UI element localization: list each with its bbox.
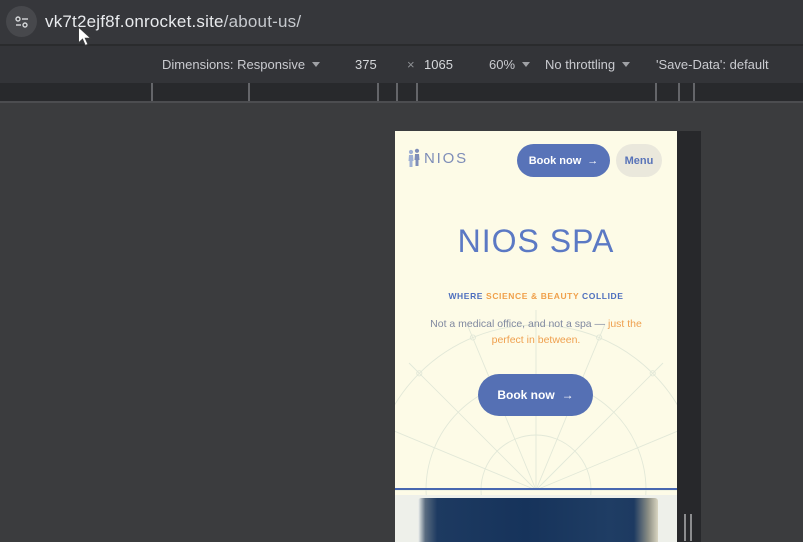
hero-book-now-button[interactable]: Book now → (478, 374, 593, 416)
ruler-tick (678, 83, 680, 101)
logo-text: NIOS (424, 150, 468, 167)
menu-label: Menu (624, 154, 654, 167)
device-toolbar: Dimensions: Responsive 375 × 1065 60% No… (0, 46, 803, 83)
site-header: NIOS Book now → Menu (395, 131, 677, 191)
site-logo[interactable]: NIOS (407, 148, 468, 169)
next-section (395, 495, 677, 542)
book-now-label: Book now (528, 154, 582, 167)
menu-button[interactable]: Menu (616, 144, 662, 177)
zoom-select[interactable]: 60% (489, 46, 531, 83)
chevron-down-icon (622, 62, 631, 67)
arrow-right-icon: → (587, 154, 599, 167)
dimensions-multiply-sign: × (407, 57, 415, 72)
save-data-hint: 'Save-Data': default (656, 57, 769, 72)
viewport-width-input[interactable]: 375 (355, 46, 377, 83)
device-toolbar-toggle-icon[interactable] (6, 6, 37, 37)
viewport-height-value: 1065 (424, 57, 453, 72)
hero-tagline: WHERE SCIENCE & BEAUTY COLLIDE (395, 291, 677, 301)
throttling-select[interactable]: No throttling (545, 46, 631, 83)
ruler-tick (416, 83, 418, 101)
tagline-highlight: SCIENCE & BEAUTY (486, 291, 580, 301)
header-book-now-button[interactable]: Book now → (517, 144, 610, 177)
ruler-tick (377, 83, 379, 101)
throttling-value: No throttling (545, 57, 616, 72)
viewport-height-input[interactable]: 1065 (424, 46, 453, 83)
page-title: NIOS SPA (457, 223, 615, 259)
zoom-value: 60% (489, 57, 516, 72)
ruler-tick (396, 83, 398, 101)
dimensions-label: Dimensions: Responsive (162, 57, 306, 72)
viewport-width-value: 375 (355, 57, 377, 72)
section-divider (395, 488, 677, 490)
devtools-window: vk7t2ejf8f.onrocket.site/about-us/ Dimen… (0, 0, 803, 542)
media-query-ruler[interactable] (0, 83, 803, 103)
tune-sliders-icon (14, 15, 28, 28)
cta-label: Book now (497, 388, 555, 402)
url-bar: vk7t2ejf8f.onrocket.site/about-us/ (0, 0, 803, 44)
device-canvas: NIOS Book now → Menu NIOS SPA WHERE SCIE… (0, 105, 803, 542)
hero-description: Not a medical office, and not a spa — ju… (418, 317, 654, 349)
ruler-tick (655, 83, 657, 101)
spa-photo (418, 498, 658, 542)
url-domain: vk7t2ejf8f.onrocket.site (45, 12, 224, 31)
url-path: /about-us/ (223, 12, 302, 31)
ruler-tick (693, 83, 695, 101)
viewport-right-gutter (677, 131, 701, 542)
viewport-resize-handle[interactable] (684, 514, 693, 541)
description-plain: Not a medical office, and not a spa — (430, 318, 608, 330)
chevron-down-icon (312, 62, 321, 67)
ruler-tick (151, 83, 153, 101)
chevron-down-icon (522, 62, 531, 67)
nios-figures-icon (408, 148, 420, 167)
tagline-end: COLLIDE (579, 291, 624, 301)
tagline-start: WHERE (448, 291, 487, 301)
device-viewport: NIOS Book now → Menu NIOS SPA WHERE SCIE… (395, 131, 677, 542)
address-url[interactable]: vk7t2ejf8f.onrocket.site/about-us/ (45, 0, 301, 44)
ruler-tick (248, 83, 250, 101)
dimensions-select[interactable]: Dimensions: Responsive (162, 46, 321, 83)
arrow-right-icon: → (561, 388, 574, 402)
